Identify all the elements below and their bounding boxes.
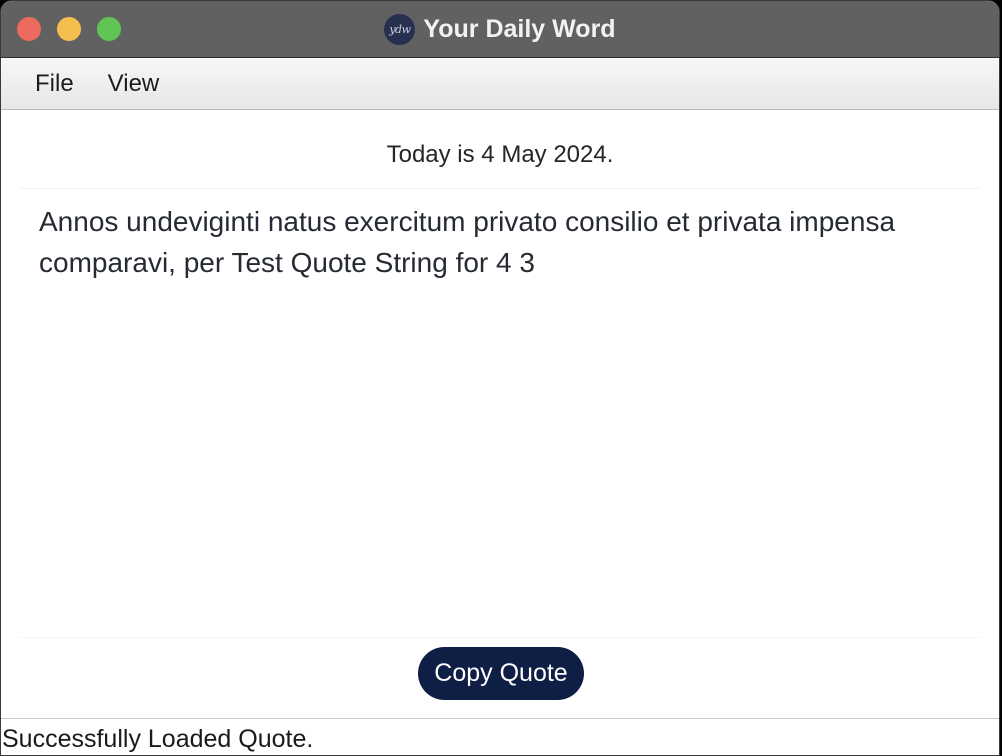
quote-panel: Annos undeviginti natus exercitum privat…: [19, 188, 981, 638]
quote-text: Annos undeviginti natus exercitum privat…: [39, 206, 896, 278]
window-title-group: ydw Your Daily Word: [1, 1, 999, 57]
app-logo-icon: ydw: [384, 13, 416, 45]
status-text: Successfully Loaded Quote.: [2, 725, 314, 753]
menu-view[interactable]: View: [96, 64, 172, 104]
app-window: ydw Your Daily Word File View Today is 4…: [0, 0, 1000, 756]
menu-file[interactable]: File: [23, 64, 86, 104]
title-bar[interactable]: ydw Your Daily Word: [1, 1, 999, 58]
date-label: Today is 4 May 2024.: [386, 141, 614, 168]
window-title: Your Daily Word: [423, 14, 616, 43]
status-bar: Successfully Loaded Quote.: [1, 718, 999, 755]
copy-quote-button[interactable]: Copy Quote: [418, 647, 584, 700]
menu-bar: File View: [1, 58, 999, 110]
